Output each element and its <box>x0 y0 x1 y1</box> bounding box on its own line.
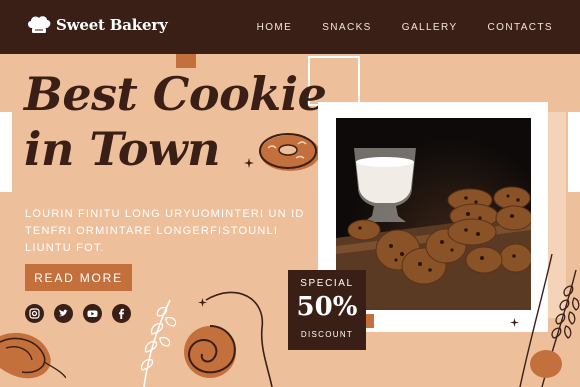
instagram-icon[interactable] <box>25 304 44 323</box>
social-icons <box>25 304 131 323</box>
decor-square-orange <box>176 54 196 68</box>
nav-menu: HOME SNACKS GALLERY CONTACTS <box>257 22 553 33</box>
leaf-branch-illustration <box>140 299 177 387</box>
brand-logo[interactable]: Sweet Bakery <box>26 14 168 36</box>
sparkle-icon <box>198 298 207 307</box>
youtube-icon[interactable] <box>83 304 102 323</box>
chef-hat-icon <box>28 16 51 33</box>
nav-item-gallery[interactable]: GALLERY <box>402 22 458 33</box>
special-discount-badge: SPECIAL 50% DISCOUNT <box>288 270 366 350</box>
discount-value: 50% <box>296 292 358 322</box>
special-label: SPECIAL <box>300 278 354 289</box>
nav-item-snacks[interactable]: SNACKS <box>322 22 372 33</box>
decor-orange-tab <box>366 314 374 328</box>
donut-illustration <box>259 133 320 171</box>
sparkle-icon <box>510 318 519 327</box>
sparkle-icon <box>244 158 254 168</box>
hero-title-line1: Best Cookie <box>24 67 327 121</box>
twitter-icon[interactable] <box>54 304 73 323</box>
nav-item-contacts[interactable]: CONTACTS <box>488 22 553 33</box>
top-nav-bar: Sweet Bakery HOME SNACKS GALLERY CONTACT… <box>0 0 580 54</box>
brand-name: Sweet Bakery <box>56 16 168 34</box>
decor-white-bar-left <box>0 112 12 192</box>
croissant-illustration <box>0 332 66 379</box>
facebook-icon[interactable] <box>112 304 131 323</box>
discount-label: DISCOUNT <box>300 330 354 339</box>
decor-white-bar-right <box>568 112 580 192</box>
nav-item-home[interactable]: HOME <box>257 22 293 33</box>
read-more-button[interactable]: READ MORE <box>25 264 132 291</box>
hero-description: LOURIN FINITU LONG URYUOMINTERI UN ID TE… <box>25 208 305 255</box>
dark-swirl-decoration <box>205 291 273 387</box>
